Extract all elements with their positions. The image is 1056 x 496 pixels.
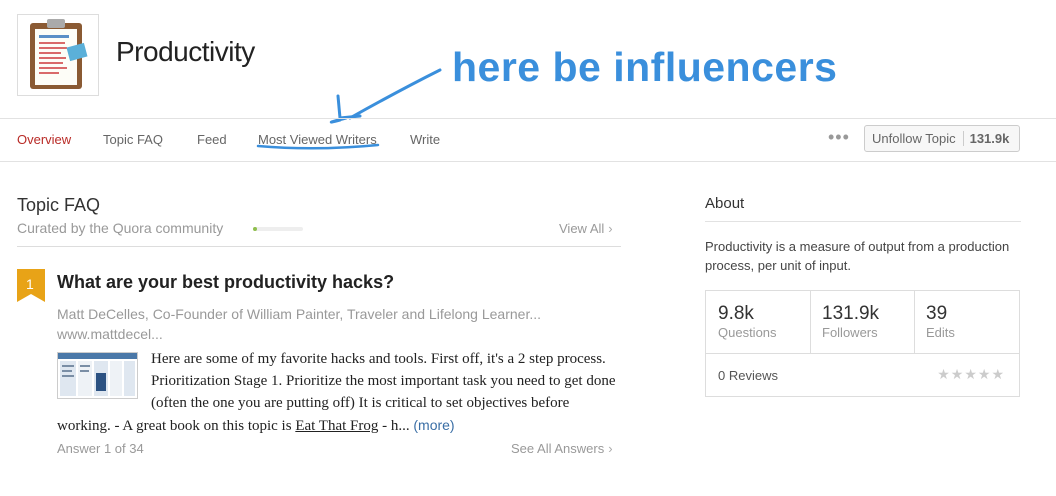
- rank-badge: 1: [17, 269, 45, 302]
- answer-body[interactable]: Here are some of my favorite hacks and t…: [57, 348, 617, 437]
- answer-text-tail: - h...: [378, 418, 410, 434]
- see-all-label: See All Answers: [511, 441, 605, 456]
- stat-value: 131.9k: [822, 303, 880, 324]
- stat-edits[interactable]: 39 Edits: [914, 291, 1019, 354]
- stat-value: 39: [926, 303, 948, 324]
- view-all-link[interactable]: View All ›: [559, 221, 613, 236]
- stat-questions[interactable]: 9.8k Questions: [706, 291, 811, 354]
- faq-progress-bar: [253, 227, 303, 231]
- about-heading: About: [705, 195, 745, 212]
- answer-author[interactable]: Matt DeCelles, Co-Founder of William Pai…: [57, 304, 597, 344]
- annotation-text: here be influencers: [452, 44, 838, 90]
- unfollow-label: Unfollow Topic: [872, 131, 956, 146]
- tabs-divider-top: [0, 118, 1056, 119]
- faq-heading: Topic FAQ: [17, 195, 101, 215]
- tab-topic-faq[interactable]: Topic FAQ: [103, 132, 163, 147]
- view-all-label: View All: [559, 221, 605, 236]
- stats-divider: [706, 353, 1019, 354]
- more-link[interactable]: (more): [413, 417, 454, 433]
- about-divider: [705, 221, 1021, 222]
- book-link[interactable]: Eat That Frog: [295, 418, 378, 434]
- answer-count: Answer 1 of 34: [57, 441, 144, 456]
- tab-write[interactable]: Write: [410, 132, 440, 147]
- rank-number: 1: [26, 276, 34, 292]
- tab-overview[interactable]: Overview: [17, 132, 71, 147]
- faq-progress-fill: [253, 227, 257, 231]
- screenshot-thumbnail-icon: [58, 353, 137, 396]
- clipboard-icon: [30, 19, 88, 89]
- stat-followers[interactable]: 131.9k Followers: [810, 291, 915, 354]
- chevron-right-icon: ›: [608, 221, 613, 236]
- topic-image[interactable]: [17, 14, 99, 96]
- stat-label: Questions: [718, 325, 777, 340]
- about-description: Productivity is a measure of output from…: [705, 239, 1010, 273]
- question-link[interactable]: What are your best productivity hacks?: [57, 272, 394, 293]
- see-all-answers-link[interactable]: See All Answers ›: [511, 441, 613, 456]
- star-rating[interactable]: ★★★★★: [937, 366, 1005, 383]
- stats-box: 9.8k Questions 131.9k Followers 39 Edits…: [705, 290, 1020, 397]
- stat-value: 9.8k: [718, 303, 754, 324]
- tabs-divider-bottom: [0, 161, 1056, 162]
- tab-feed[interactable]: Feed: [197, 132, 227, 147]
- chevron-right-icon: ›: [608, 441, 613, 456]
- faq-subtitle: Curated by the Quora community: [17, 220, 224, 236]
- page-title: Productivity: [116, 36, 255, 67]
- answer-image[interactable]: [57, 352, 138, 399]
- stat-label: Followers: [822, 325, 878, 340]
- faq-divider: [17, 246, 621, 247]
- follower-count: 131.9k: [969, 131, 1010, 146]
- reviews-link[interactable]: 0 Reviews: [718, 368, 778, 383]
- more-options-button[interactable]: •••: [828, 127, 850, 148]
- stat-label: Edits: [926, 325, 955, 340]
- annotation-underline: [256, 143, 380, 150]
- unfollow-topic-button[interactable]: Unfollow Topic 131.9k: [864, 125, 1020, 152]
